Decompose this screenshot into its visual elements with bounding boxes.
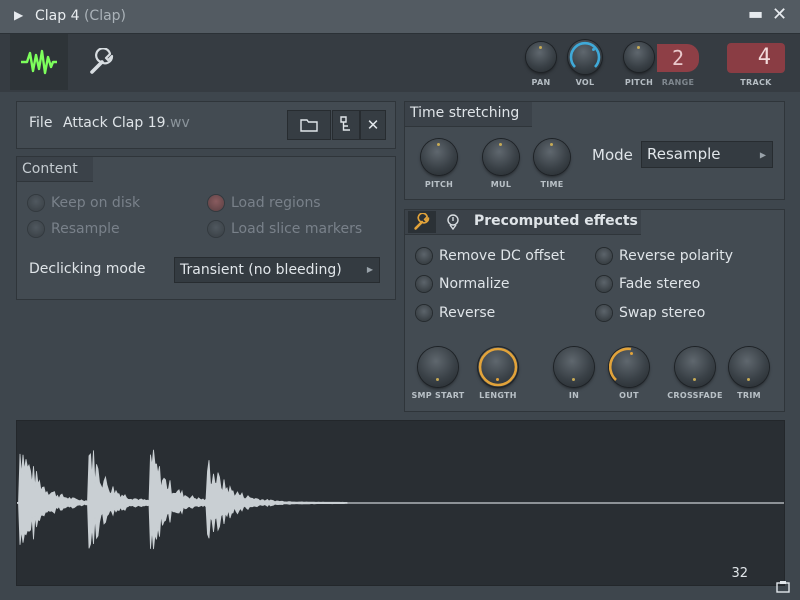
dropdown-arrow-icon: ▶ — [759, 150, 766, 159]
reverse-label: Reverse — [439, 305, 496, 321]
track-label: TRACK — [740, 78, 772, 87]
volume-label: VOL — [575, 78, 595, 87]
pitch-knob[interactable] — [624, 42, 654, 72]
pitch-range-field[interactable]: 2 — [657, 44, 699, 72]
wrench-tab-icon — [90, 48, 114, 74]
reverse-polarity-label: Reverse polarity — [619, 248, 734, 264]
keep-on-disk-label: Keep on disk — [51, 195, 141, 211]
stretch-pitch-label: PITCH — [424, 180, 454, 189]
remove-dc-offset-label: Remove DC offset — [439, 248, 565, 264]
folder-icon — [300, 119, 318, 132]
length-arc — [478, 347, 518, 387]
mode-value: Resample — [647, 145, 721, 163]
effects-wrench-button[interactable] — [408, 211, 436, 233]
clear-file-button[interactable]: ✕ — [360, 110, 386, 140]
fade-in-label: IN — [568, 391, 580, 400]
crossfade-knob[interactable] — [675, 347, 715, 387]
load-slice-markers-radio[interactable] — [208, 221, 224, 237]
window-menu-arrow-icon[interactable]: ▶ — [14, 8, 23, 22]
dropdown-arrow-icon: ▶ — [366, 265, 373, 274]
locate-file-button[interactable] — [332, 110, 360, 140]
declicking-mode-value: Transient (no bleeding) — [180, 262, 342, 278]
time-stretching-title: Time stretching — [410, 105, 520, 121]
reverse-radio[interactable] — [416, 305, 432, 321]
length-knob[interactable] — [478, 347, 518, 387]
minimize-button[interactable]: ▬ — [748, 4, 763, 23]
mode-dropdown[interactable]: Resample ▶ — [641, 141, 773, 168]
browse-file-button[interactable] — [287, 110, 331, 140]
sample-start-knob[interactable] — [418, 347, 458, 387]
load-regions-radio[interactable] — [208, 195, 224, 211]
fade-out-label: OUT — [619, 391, 639, 400]
fade-stereo-radio[interactable] — [596, 276, 612, 292]
wrench-icon — [414, 213, 430, 230]
fade-out-knob[interactable] — [609, 347, 649, 387]
window-title-name: Clap 4 — [35, 8, 80, 24]
tab-sample-settings[interactable] — [10, 34, 68, 90]
close-window-button[interactable]: ✕ — [772, 4, 787, 25]
content-title: Content — [22, 161, 78, 177]
file-name[interactable]: Attack Clap 19.wv — [63, 115, 190, 131]
waveform-graph — [17, 449, 784, 550]
fade-out-arc — [609, 347, 632, 381]
fade-stereo-label: Fade stereo — [619, 276, 701, 292]
reverse-polarity-radio[interactable] — [596, 248, 612, 264]
window-title: Clap 4 (Clap) — [35, 8, 126, 24]
mode-label: Mode — [592, 146, 633, 164]
stretch-mul-label: MUL — [490, 180, 512, 189]
waveform-path — [17, 449, 348, 550]
swap-stereo-label: Swap stereo — [619, 305, 706, 321]
pan-knob[interactable] — [526, 42, 556, 72]
mixer-track-field[interactable]: 4 — [727, 43, 785, 73]
normalize-radio[interactable] — [416, 276, 432, 292]
stretch-mul-knob[interactable] — [483, 139, 519, 175]
file-label: File — [29, 115, 53, 131]
effects-knob-button[interactable] — [444, 212, 462, 232]
channel-settings-window: ▶ Clap 4 (Clap) ▬ ✕ PAN VOL PITCH 2 RANG… — [0, 0, 800, 600]
load-regions-label: Load regions — [231, 195, 321, 211]
file-extension: .wv — [165, 115, 190, 131]
remove-dc-offset-radio[interactable] — [416, 248, 432, 264]
close-icon: ✕ — [366, 116, 380, 134]
declicking-mode-label: Declicking mode — [29, 261, 146, 277]
stretch-pitch-knob[interactable] — [421, 139, 457, 175]
knob-icon — [447, 214, 459, 230]
swap-stereo-radio[interactable] — [596, 305, 612, 321]
resample-radio[interactable] — [28, 221, 44, 237]
window-title-subtitle: (Clap) — [83, 8, 127, 24]
tab-envelope-settings[interactable] — [78, 34, 126, 90]
load-slice-markers-label: Load slice markers — [231, 221, 363, 237]
trim-knob[interactable] — [729, 347, 769, 387]
pitch-label: PITCH — [624, 78, 654, 87]
stretch-time-label: TIME — [540, 180, 564, 189]
volume-arc — [569, 41, 601, 68]
volume-knob[interactable] — [568, 40, 602, 74]
normalize-label: Normalize — [439, 276, 510, 292]
zoom-value: 32 — [731, 566, 748, 581]
tree-locate-icon — [340, 116, 350, 131]
keep-on-disk-radio[interactable] — [28, 195, 44, 211]
range-label: RANGE — [661, 78, 695, 87]
length-label: LENGTH — [479, 391, 517, 400]
precomputed-effects-title: Precomputed effects — [474, 213, 638, 229]
file-name-text: Attack Clap 19 — [63, 115, 166, 131]
waveform-display[interactable]: 32 — [16, 420, 790, 593]
declicking-mode-dropdown[interactable]: Transient (no bleeding) ▶ — [174, 257, 380, 283]
waveform-tab-icon — [21, 49, 57, 75]
resample-label: Resample — [51, 221, 120, 237]
fade-in-knob[interactable] — [554, 347, 594, 387]
sample-start-label: SMP START — [411, 391, 465, 400]
stretch-time-knob[interactable] — [534, 139, 570, 175]
pan-label: PAN — [531, 78, 551, 87]
trim-label: TRIM — [737, 391, 761, 400]
